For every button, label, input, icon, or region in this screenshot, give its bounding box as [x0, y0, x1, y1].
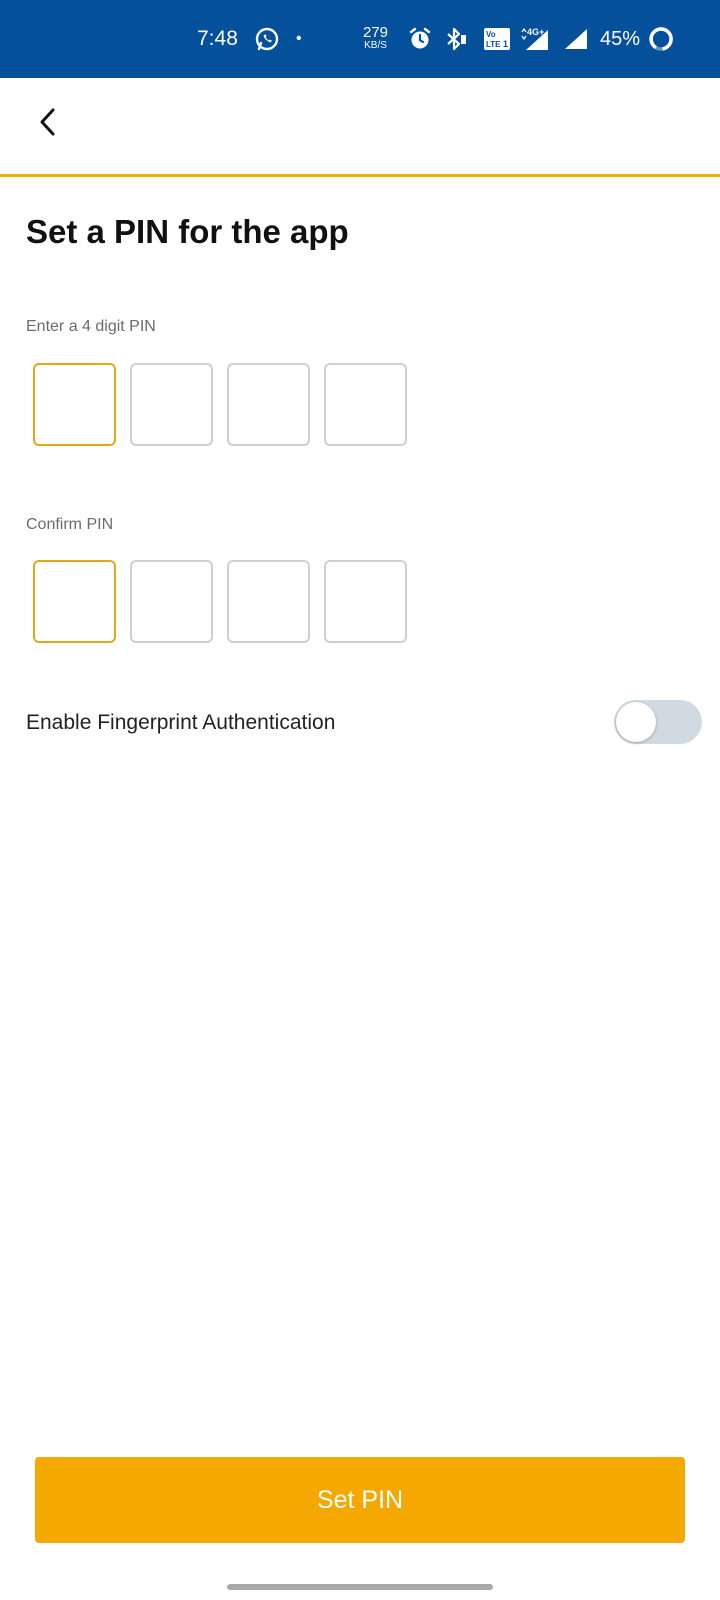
fingerprint-toggle[interactable] — [614, 700, 702, 744]
confirm-pin-digit-1[interactable] — [33, 560, 116, 643]
chevron-left-icon — [38, 107, 58, 142]
pin-label: Enter a 4 digit PIN — [26, 318, 156, 335]
confirm-pin-input-group — [33, 560, 407, 643]
confirm-pin-digit-4[interactable] — [324, 560, 407, 643]
svg-text:LTE: LTE — [486, 40, 501, 49]
app-header — [0, 78, 720, 177]
battery-percent: 45% — [600, 27, 641, 50]
status-bar: 7:48 • 279 KB/S Vo LTE 1 4G+ 45% — [0, 0, 720, 78]
pin-digit-2[interactable] — [130, 363, 213, 446]
svg-text:1: 1 — [503, 39, 508, 49]
bluetooth-icon — [443, 0, 467, 78]
pin-digit-4[interactable] — [324, 363, 407, 446]
net-speed-unit: KB/S — [364, 40, 387, 51]
fingerprint-label: Enable Fingerprint Authentication — [26, 711, 336, 734]
confirm-pin-label: Confirm PIN — [26, 516, 114, 533]
set-pin-button[interactable]: Set PIN — [35, 1457, 685, 1543]
toggle-knob — [616, 702, 656, 742]
network-4g-icon: 4G+ — [520, 0, 550, 78]
pin-digit-1[interactable] — [33, 363, 116, 446]
net-speed-value: 279 — [363, 24, 389, 41]
notification-dot: • — [296, 30, 302, 47]
confirm-pin-digit-2[interactable] — [130, 560, 213, 643]
signal-icon — [563, 0, 589, 78]
gesture-home-bar[interactable] — [227, 1584, 493, 1590]
back-button[interactable] — [30, 104, 66, 144]
svg-text:4G+: 4G+ — [527, 27, 544, 37]
pin-digit-3[interactable] — [227, 363, 310, 446]
svg-text:Vo: Vo — [486, 30, 496, 39]
status-time: 7:48 — [197, 27, 238, 50]
alarm-icon — [407, 0, 433, 78]
net-speed: 279 KB/S — [363, 0, 388, 78]
confirm-pin-digit-3[interactable] — [227, 560, 310, 643]
battery-icon — [648, 0, 674, 78]
pin-input-group — [33, 363, 407, 446]
whatsapp-icon — [254, 0, 280, 78]
page-title: Set a PIN for the app — [26, 213, 349, 250]
volte-icon: Vo LTE 1 — [483, 0, 511, 78]
